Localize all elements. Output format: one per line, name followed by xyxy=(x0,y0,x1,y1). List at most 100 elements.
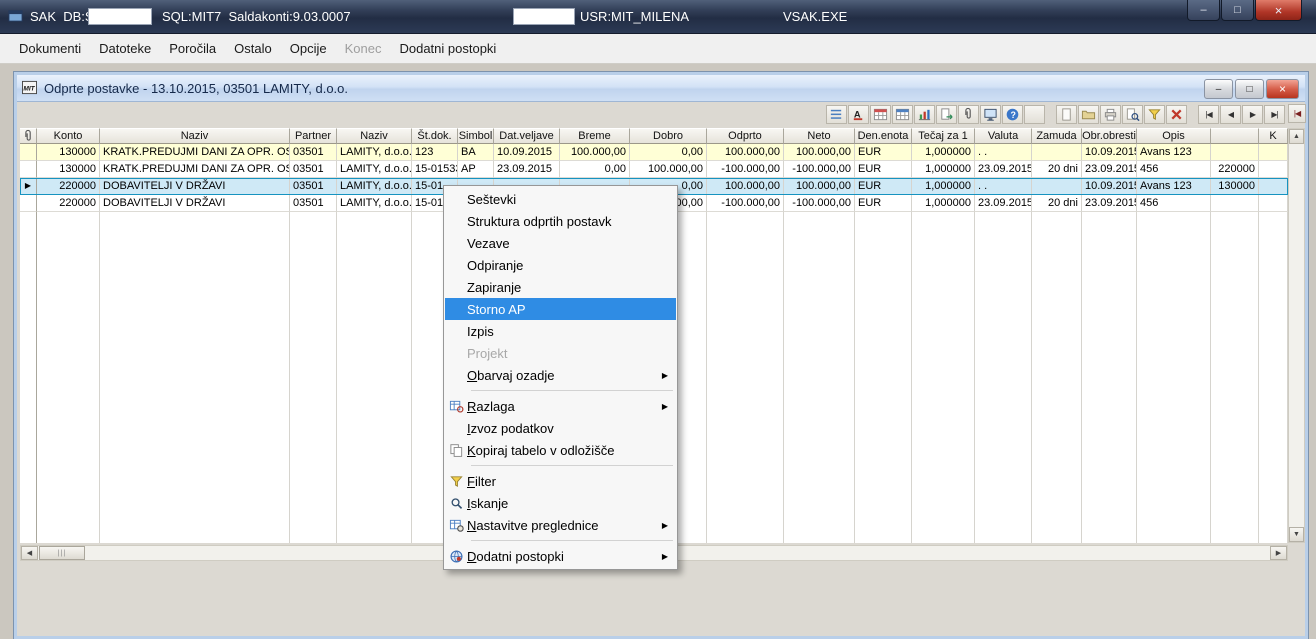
list-view-button[interactable] xyxy=(826,105,847,124)
grid-cell[interactable]: 15-01533 xyxy=(412,161,458,178)
column-header-naziv[interactable]: Naziv xyxy=(100,128,290,144)
column-header-dat-veljave[interactable]: Dat.veljave xyxy=(494,128,560,144)
context-menu-item-iskanje[interactable]: Iskanje xyxy=(445,492,676,514)
scroll-up-icon[interactable]: ▲ xyxy=(1289,129,1304,144)
grid-cell[interactable]: 10.09.2015 xyxy=(494,144,560,161)
child-minimize-button[interactable]: – xyxy=(1204,79,1233,99)
maximize-button[interactable]: □ xyxy=(1221,0,1254,21)
grid-cell[interactable]: LAMITY, d.o.o. xyxy=(337,195,412,212)
context-menu-item-razlaga[interactable]: Razlaga ▶ xyxy=(445,395,676,417)
scroll-down-icon[interactable]: ▼ xyxy=(1289,527,1304,542)
grid-cell[interactable]: EUR xyxy=(855,161,912,178)
grid-cell[interactable]: -100.000,00 xyxy=(707,161,784,178)
nav-next-button[interactable]: ▶ xyxy=(1242,105,1263,124)
grid-cell[interactable]: Avans 123 xyxy=(1137,144,1211,161)
grid-cell[interactable]: 03501 xyxy=(290,195,337,212)
column-header-k[interactable]: K xyxy=(1259,128,1288,144)
grid-cell[interactable] xyxy=(1259,178,1288,195)
grid-cell[interactable]: 220000 xyxy=(37,195,100,212)
grid-cell[interactable]: 1,000000 xyxy=(912,178,975,195)
grid-cell[interactable]: -100.000,00 xyxy=(784,161,855,178)
export-document-button[interactable] xyxy=(936,105,957,124)
user-name-field[interactable] xyxy=(513,8,575,25)
column-header-te-aj-za-1[interactable]: Tečaj za 1 xyxy=(912,128,975,144)
attachments-button[interactable] xyxy=(958,105,979,124)
column-header-obr-obresti[interactable]: Obr.obresti xyxy=(1082,128,1137,144)
grid-cell[interactable]: 20 dni xyxy=(1032,195,1082,212)
help-button[interactable]: ? xyxy=(1002,105,1023,124)
grid-cell[interactable]: 1,000000 xyxy=(912,161,975,178)
grid-cell[interactable]: 100.000,00 xyxy=(784,144,855,161)
table-view-button[interactable] xyxy=(892,105,913,124)
column-header-neto[interactable]: Neto xyxy=(784,128,855,144)
grid-cell[interactable]: 100.000,00 xyxy=(707,144,784,161)
grid-cell[interactable]: 220000 xyxy=(37,178,100,195)
grid-cell[interactable]: DOBAVITELJI V DRŽAVI xyxy=(100,178,290,195)
grid-cell[interactable] xyxy=(1032,178,1082,195)
grid-cell[interactable]: EUR xyxy=(855,144,912,161)
column-header-odprto[interactable]: Odprto xyxy=(707,128,784,144)
context-menu-item-odpiranje[interactable]: Odpiranje xyxy=(445,254,676,276)
grid-cell[interactable]: LAMITY, d.o.o. xyxy=(337,144,412,161)
vertical-scroll-track[interactable] xyxy=(1289,144,1304,527)
context-menu-item-struktura-odprtih-postavk[interactable]: Struktura odprtih postavk xyxy=(445,210,676,232)
chart-view-button[interactable] xyxy=(914,105,935,124)
grid-cell[interactable]: 23.09.2015 xyxy=(1082,195,1137,212)
grid-cell[interactable]: -100.000,00 xyxy=(707,195,784,212)
print-button[interactable] xyxy=(1100,105,1121,124)
menu-poro-ila[interactable]: Poročila xyxy=(160,36,225,61)
menu-ostalo[interactable]: Ostalo xyxy=(225,36,281,61)
grid-cell[interactable]: 10.09.2015 xyxy=(1082,144,1137,161)
grid-cell[interactable]: 100.000,00 xyxy=(707,178,784,195)
grid-cell[interactable]: KRATK.PREDUJMI DANI ZA OPR. OS xyxy=(100,161,290,178)
grid-cell[interactable]: 130000 xyxy=(37,144,100,161)
grid-cell[interactable] xyxy=(1259,195,1288,212)
grid-cell[interactable]: 10.09.2015 xyxy=(1082,178,1137,195)
column-header-t-dok[interactable]: Št.dok. xyxy=(412,128,458,144)
grid-cell[interactable]: EUR xyxy=(855,195,912,212)
new-document-button[interactable] xyxy=(1056,105,1077,124)
minimize-button[interactable]: – xyxy=(1187,0,1220,21)
nav-edge-button[interactable]: |◀ xyxy=(1288,104,1306,123)
menu-dokumenti[interactable]: Dokumenti xyxy=(10,36,90,61)
grid-cell[interactable]: 1,000000 xyxy=(912,144,975,161)
grid-cell[interactable]: 100.000,00 xyxy=(784,178,855,195)
grid-row-1[interactable]: 130000 KRATK.PREDUJMI DANI ZA OPR. OS 0350… xyxy=(20,144,1288,161)
filter-button[interactable] xyxy=(1144,105,1165,124)
column-header-partner[interactable]: Partner xyxy=(290,128,337,144)
scroll-left-icon[interactable]: ◀ xyxy=(21,546,38,560)
context-menu-item-izvoz-podatkov[interactable]: Izvoz podatkov xyxy=(445,417,676,439)
grid-cell[interactable]: . . xyxy=(975,144,1032,161)
grid-cell[interactable]: 23.09.2015 xyxy=(1082,161,1137,178)
column-header-valuta[interactable]: Valuta xyxy=(975,128,1032,144)
blank-button[interactable] xyxy=(1024,105,1045,124)
grid-cell[interactable]: 0,00 xyxy=(560,161,630,178)
grid-cell[interactable]: 03501 xyxy=(290,144,337,161)
grid-cell[interactable]: 1,000000 xyxy=(912,195,975,212)
grid-cell[interactable]: 456 xyxy=(1137,161,1211,178)
scrollbar-thumb[interactable]: ||| xyxy=(39,546,85,560)
grid-cell[interactable]: EUR xyxy=(855,178,912,195)
grid-cell[interactable]: 03501 xyxy=(290,161,337,178)
column-header-breme[interactable]: Breme xyxy=(560,128,630,144)
nav-last-button[interactable]: ▶| xyxy=(1264,105,1285,124)
column-header-konto[interactable]: Konto xyxy=(37,128,100,144)
grid-cell[interactable]: -100.000,00 xyxy=(784,195,855,212)
grid-row-2[interactable]: 130000 KRATK.PREDUJMI DANI ZA OPR. OS 0350… xyxy=(20,161,1288,178)
column-header-attachments[interactable] xyxy=(20,128,37,144)
context-menu-item-filter[interactable]: Filter xyxy=(445,470,676,492)
grid-cell[interactable]: . . xyxy=(975,178,1032,195)
menu-datoteke[interactable]: Datoteke xyxy=(90,36,160,61)
open-folder-button[interactable] xyxy=(1078,105,1099,124)
context-menu-item-vezave[interactable]: Vezave xyxy=(445,232,676,254)
column-header-naziv[interactable]: Naziv xyxy=(337,128,412,144)
grid-cell[interactable]: 100.000,00 xyxy=(560,144,630,161)
nav-first-button[interactable]: |◀ xyxy=(1198,105,1219,124)
grid-cell[interactable] xyxy=(1211,144,1259,161)
nav-prev-button[interactable]: ◀ xyxy=(1220,105,1241,124)
context-menu-item-zapiranje[interactable]: Zapiranje xyxy=(445,276,676,298)
grid-cell[interactable]: 456 xyxy=(1137,195,1211,212)
grid-cell[interactable]: 03501 xyxy=(290,178,337,195)
grid-cell[interactable]: 220000 xyxy=(1211,161,1259,178)
grid-cell[interactable]: 23.09.2015 xyxy=(975,161,1032,178)
